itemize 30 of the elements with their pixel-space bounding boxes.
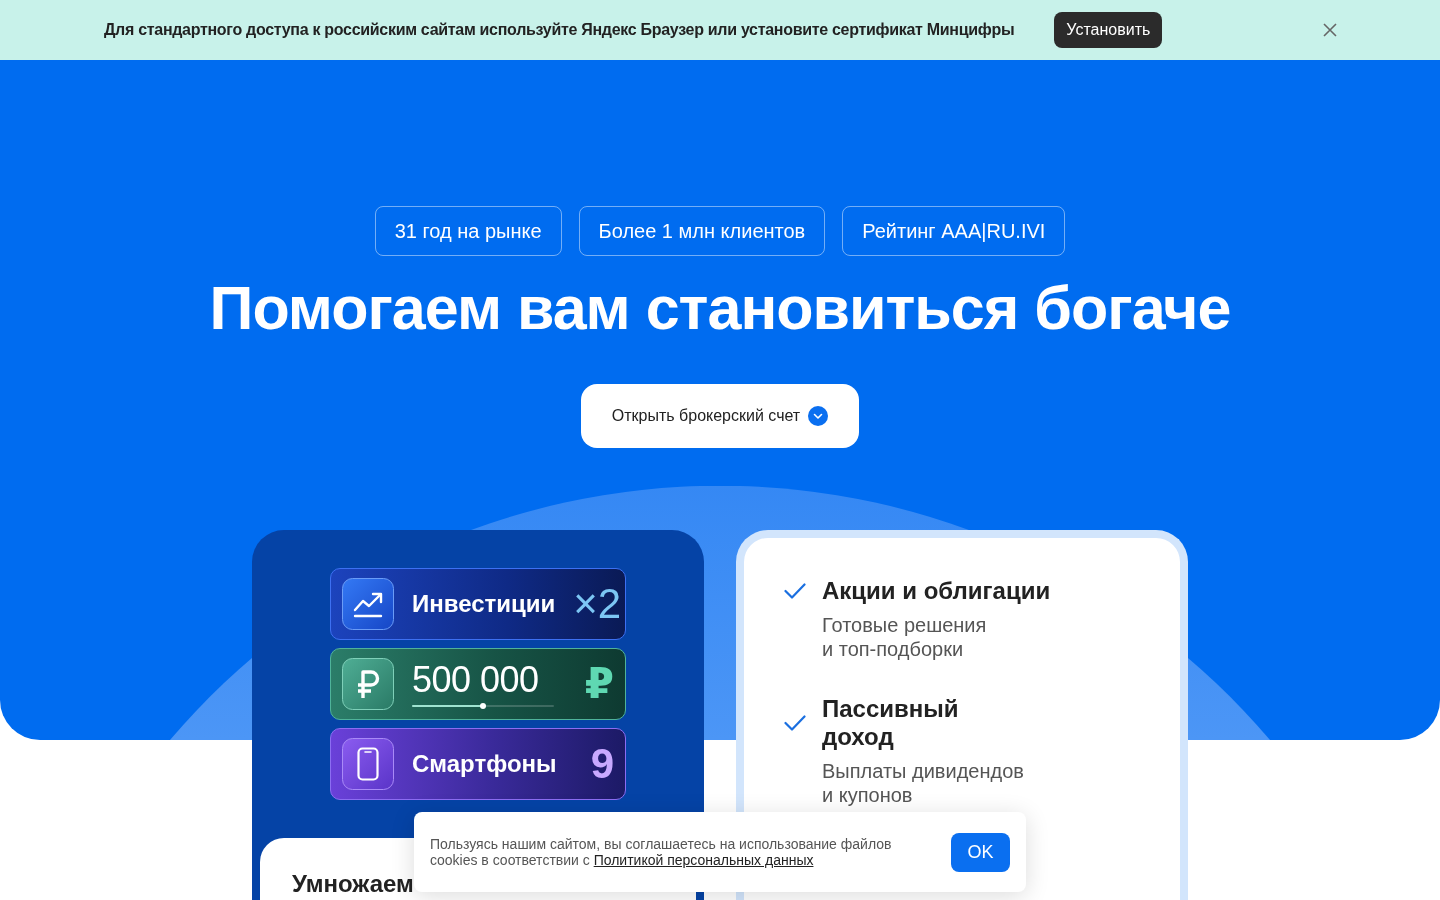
tile-value: ₽ — [584, 662, 614, 706]
tile-label: Смартфоны — [412, 749, 557, 779]
feature-description: Выплаты дивидендов и купонов — [822, 759, 1025, 807]
feature-description: Готовые решения и топ-подборки — [822, 613, 988, 661]
tile-label: 500 000 — [412, 661, 540, 699]
feature-title: Акции и облигации — [822, 577, 1051, 605]
stat-chip: Рейтинг AAA|RU.IVI — [842, 206, 1066, 256]
stat-chip: Более 1 млн клиентов — [578, 206, 826, 256]
slider-thumb — [480, 703, 486, 709]
chevron-down-icon — [808, 406, 829, 426]
install-button[interactable]: Установить — [1054, 12, 1163, 48]
feature-title: Пассивный доход — [822, 695, 959, 751]
open-account-button[interactable]: Открыть брокерский счет — [580, 384, 860, 448]
ok-button[interactable]: OK — [951, 832, 1010, 872]
check-icon — [784, 583, 806, 599]
ruble-icon — [342, 658, 394, 710]
tile-value: ×2 — [573, 582, 622, 626]
check-icon — [784, 715, 806, 731]
close-icon — [1323, 23, 1337, 37]
tile-label: Инвестиции — [412, 589, 556, 619]
tile-value: 9 — [590, 742, 614, 786]
cookie-notice-text: Пользуясь нашим сайтом, вы соглашаетесь на использование файлов cookies в соответствии с Политикой персональных данных — [430, 836, 893, 868]
notice-text: Для стандартного доступа к российским сайтам используйте Яндекс Браузер или установите сертификат Минцифры — [104, 20, 1015, 40]
stat-chip: 31 год на рынке — [374, 206, 562, 256]
subcard-title: Умножаем — [292, 870, 415, 898]
privacy-policy-link[interactable]: Политикой персональных данных — [593, 852, 814, 868]
close-button[interactable] — [1323, 23, 1337, 37]
hero-title: Помогаем вам становиться богаче — [209, 273, 1231, 344]
chart-up-icon — [342, 578, 394, 630]
smartphone-icon — [342, 738, 394, 790]
